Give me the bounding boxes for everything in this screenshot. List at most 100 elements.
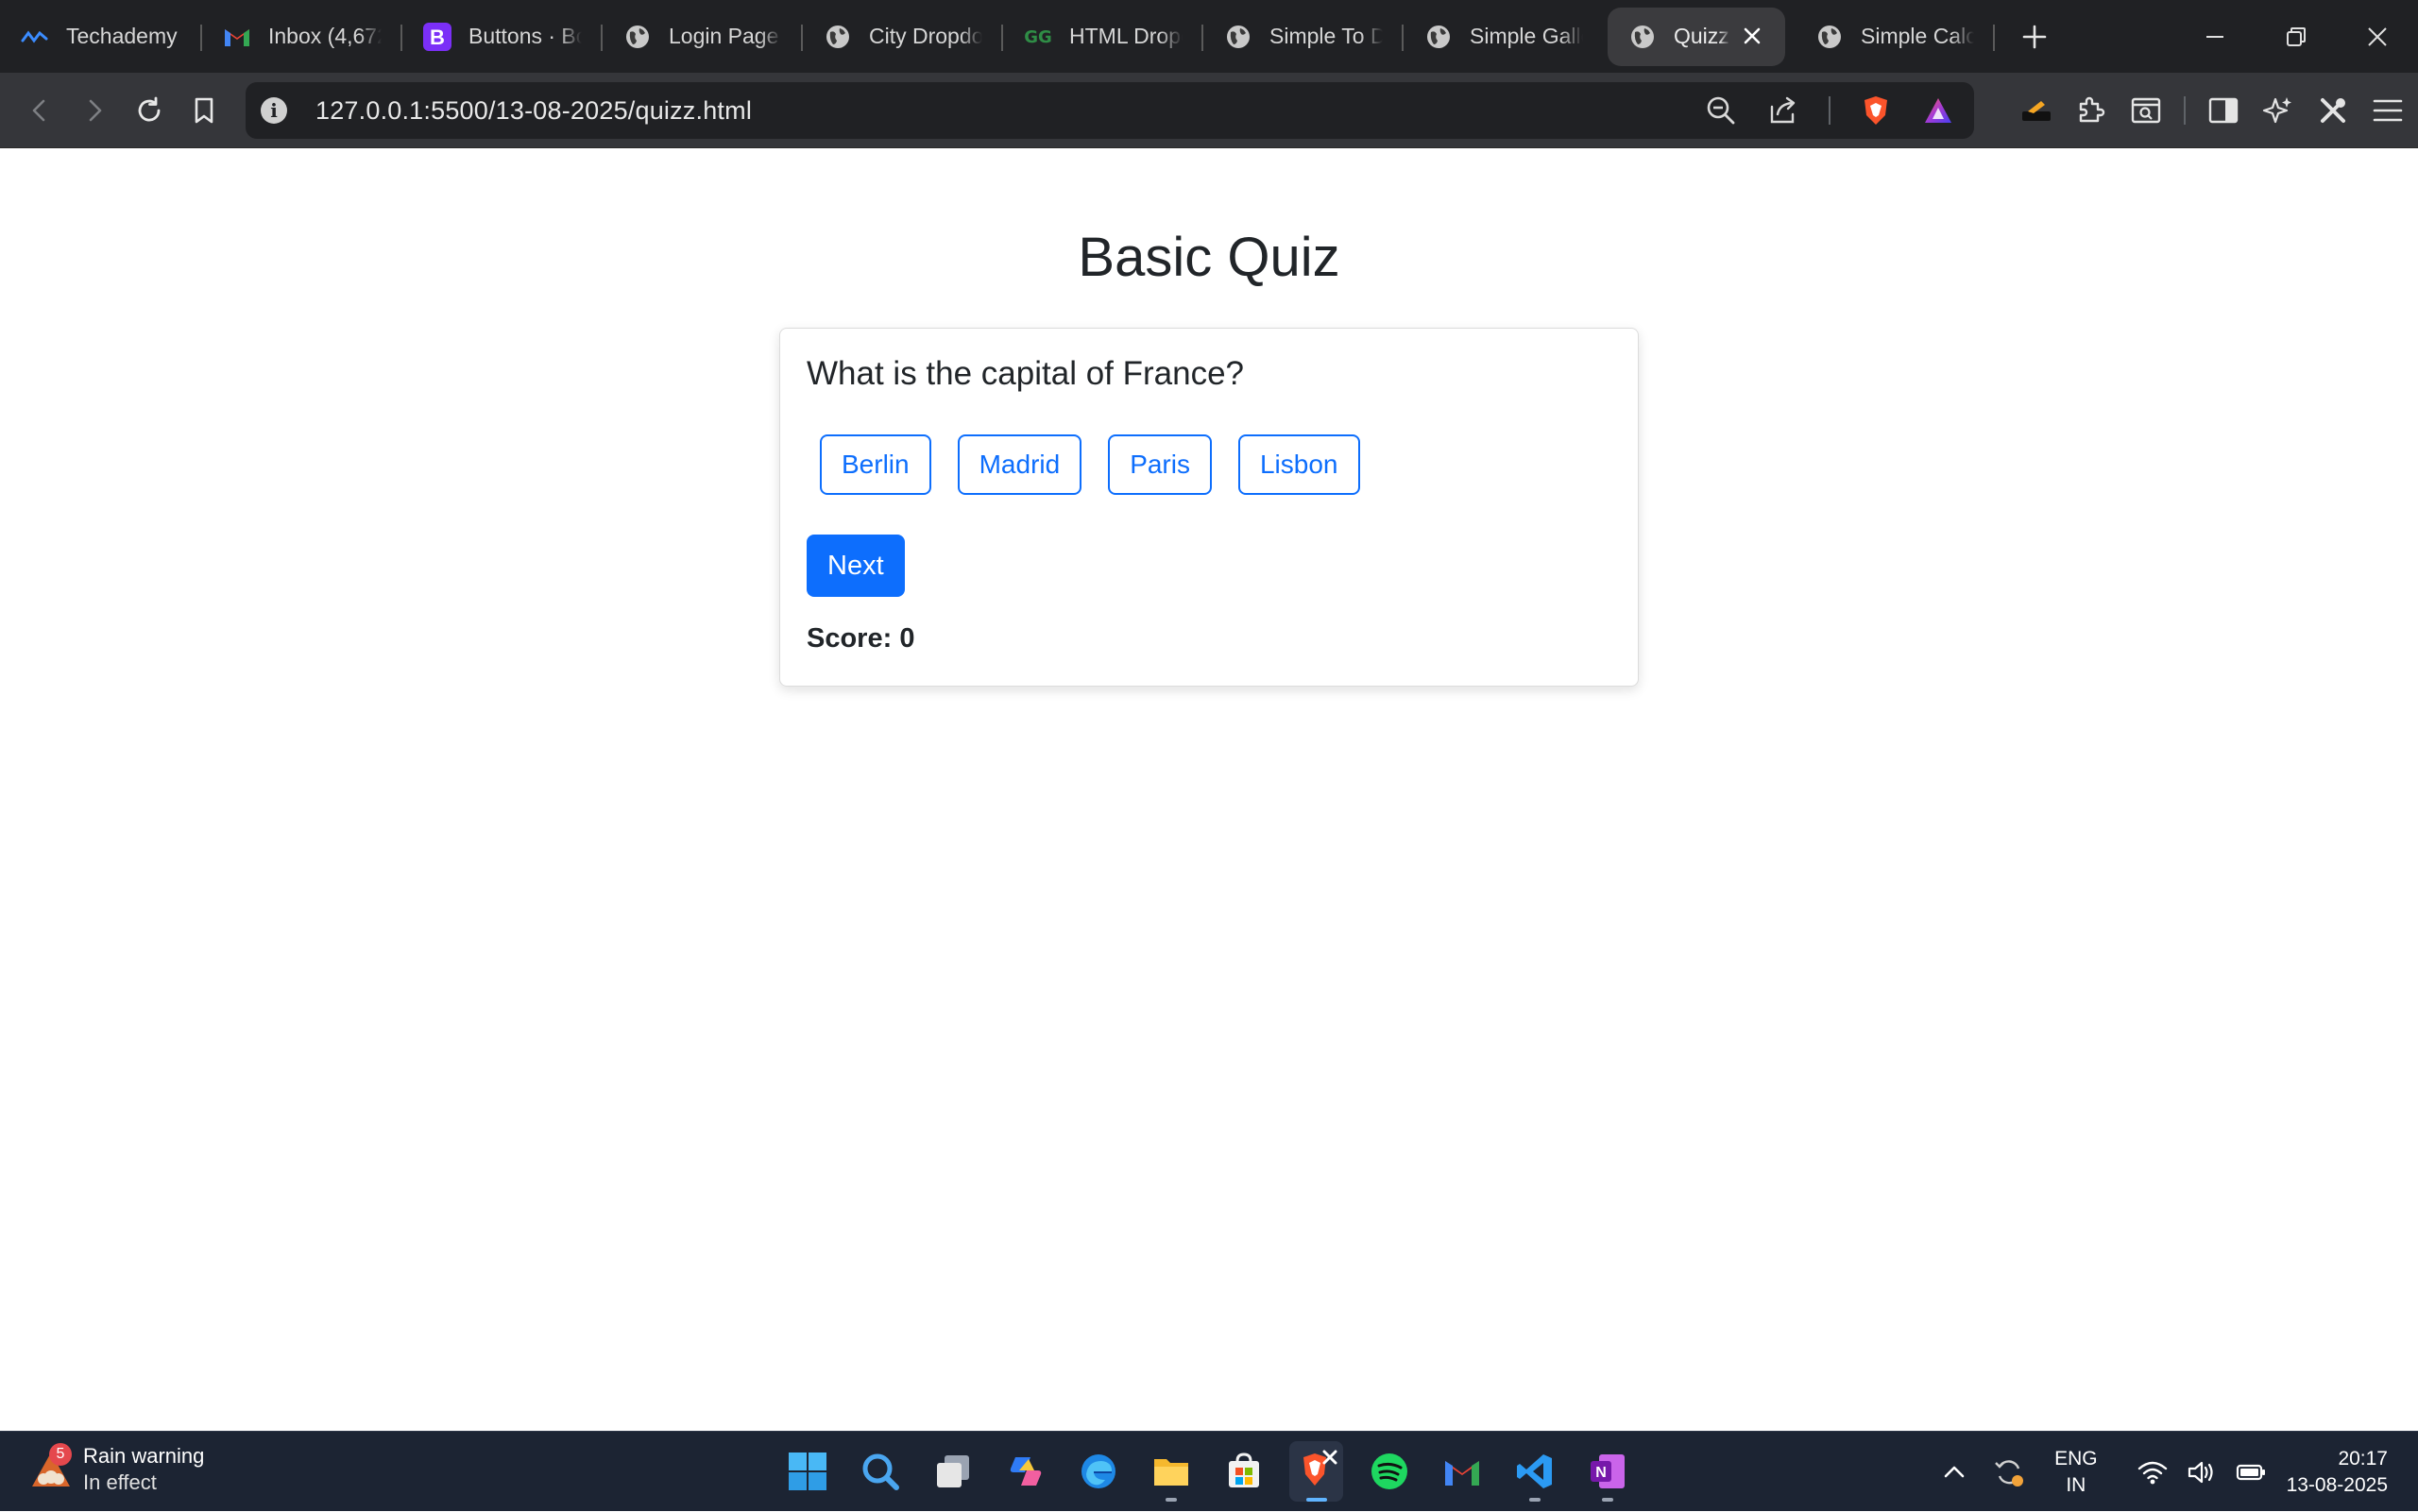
svg-text:GG: GG (1024, 27, 1052, 46)
gmail-icon (223, 23, 251, 51)
tab-search-icon[interactable] (2129, 93, 2163, 127)
new-tab-button[interactable] (2006, 8, 2063, 65)
close-tab-icon[interactable] (1740, 25, 1764, 49)
address-bar-actions (1704, 82, 1955, 139)
store-button[interactable] (1217, 1441, 1270, 1502)
weather-warning-icon: 5 (28, 1443, 74, 1492)
chevron-up-icon[interactable] (1937, 1455, 1971, 1489)
globe-icon (1424, 23, 1453, 51)
tab-quizz-active[interactable]: Quizz A (1608, 7, 1785, 66)
vscode-button[interactable] (1507, 1441, 1561, 1502)
extension-pencil-icon[interactable] (2019, 93, 2053, 127)
tab-html-dropdown[interactable]: GG HTML Dropd (1003, 8, 1203, 66)
edge-icon (1081, 1454, 1115, 1488)
brave-button[interactable] (1289, 1441, 1343, 1502)
tab-label: Simple Calcu (1861, 24, 1974, 48)
tools-extension-icon[interactable] (2316, 93, 2350, 127)
next-button[interactable]: Next (807, 535, 905, 597)
url-text[interactable]: 127.0.0.1:5500/13-08-2025/quizz.html (315, 96, 752, 126)
weather-widget[interactable]: 5 Rain warning In effect (28, 1443, 204, 1496)
gmail-button[interactable] (1435, 1441, 1489, 1502)
zoom-icon[interactable] (1704, 93, 1738, 127)
tab-techademy[interactable]: Techademy (0, 8, 202, 66)
sidebar-toggle-icon[interactable] (2206, 93, 2240, 127)
minimize-button[interactable] (2174, 0, 2256, 73)
tab-strip: Techademy Inbox (4,672) B Buttons · Boo … (0, 0, 2418, 73)
tab-simple-calculator[interactable]: Simple Calcu (1795, 8, 1995, 66)
folder-icon (1153, 1459, 1188, 1486)
battery-icon (2234, 1455, 2268, 1489)
globe-icon (824, 23, 852, 51)
tab-simple-gallery[interactable]: Simple Galle (1404, 8, 1604, 66)
page-title: Basic Quiz (1078, 227, 1340, 288)
tab-label: Login Page (669, 24, 779, 48)
brave-shields-icon[interactable] (1859, 93, 1893, 127)
toolbar-divider (1829, 96, 1831, 125)
weather-badge: 5 (49, 1443, 72, 1466)
tab-label: Simple Galle (1470, 24, 1583, 48)
reload-button[interactable] (123, 84, 176, 137)
spotify-icon (1371, 1453, 1407, 1489)
tab-label: Quizz A (1674, 24, 1730, 48)
option-paris-button[interactable]: Paris (1108, 434, 1212, 495)
onenote-button[interactable]: N (1580, 1441, 1634, 1502)
start-button[interactable] (780, 1441, 834, 1502)
back-button[interactable] (13, 84, 66, 137)
clock[interactable]: 20:17 13-08-2025 (2287, 1446, 2388, 1499)
clock-time: 20:17 (2338, 1447, 2388, 1470)
score-text: Score: 0 (807, 623, 915, 654)
running-indicator (1166, 1498, 1177, 1502)
tab-simple-todo[interactable]: Simple To Do (1203, 8, 1404, 66)
forward-arrow-icon (89, 99, 102, 121)
reload-icon (138, 96, 161, 121)
edge-button[interactable] (1071, 1441, 1125, 1502)
bookmark-button[interactable] (178, 84, 230, 137)
globe-icon (1815, 23, 1844, 51)
brave-rewards-icon[interactable] (1921, 93, 1955, 127)
geeksforgeeks-icon: GG (1024, 23, 1052, 51)
share-icon[interactable] (1766, 93, 1800, 127)
spotify-button[interactable] (1362, 1441, 1416, 1502)
sync-icon[interactable] (1992, 1455, 2026, 1489)
close-window-button[interactable] (2337, 0, 2418, 73)
weather-subtitle: In effect (83, 1470, 157, 1494)
extensions-puzzle-icon[interactable] (2074, 93, 2108, 127)
option-madrid-button[interactable]: Madrid (957, 434, 1082, 495)
globe-icon (623, 23, 652, 51)
brave-icon (1303, 1450, 1337, 1486)
tab-login-page[interactable]: Login Page (603, 8, 803, 66)
copilot-button[interactable] (998, 1441, 1052, 1502)
menu-icon[interactable] (2371, 93, 2405, 127)
file-explorer-button[interactable] (1144, 1441, 1198, 1502)
search-icon (862, 1453, 899, 1490)
answer-options: Berlin Madrid Paris Lisbon (820, 434, 1360, 495)
address-bar[interactable]: i 127.0.0.1:5500/13-08-2025/quizz.html (246, 82, 1974, 139)
quick-settings[interactable] (2136, 1455, 2268, 1489)
running-indicator (1602, 1498, 1613, 1502)
tab-city-dropdown[interactable]: City Dropdow (803, 8, 1003, 66)
plus-icon (2022, 25, 2047, 48)
globe-icon (1628, 23, 1657, 51)
tab-label: Techademy (66, 24, 178, 48)
web-page: Basic Quiz What is the capital of France… (0, 148, 2418, 1431)
option-berlin-button[interactable]: Berlin (820, 434, 931, 495)
toolbar-divider (2184, 96, 2186, 125)
onenote-icon: N (1590, 1454, 1625, 1488)
search-button[interactable] (853, 1441, 907, 1502)
language-code: ENG (2054, 1447, 2098, 1470)
site-info-icon[interactable]: i (261, 97, 287, 124)
back-arrow-icon (32, 99, 45, 121)
leo-ai-icon[interactable] (2261, 93, 2295, 127)
task-view-button[interactable] (926, 1441, 979, 1502)
tab-inbox[interactable]: Inbox (4,672) (202, 8, 402, 66)
tab-buttons-bootstrap[interactable]: B Buttons · Boo (402, 8, 603, 66)
globe-icon (1224, 23, 1252, 51)
option-lisbon-button[interactable]: Lisbon (1237, 434, 1360, 495)
forward-button[interactable] (68, 84, 121, 137)
restore-button[interactable] (2256, 0, 2337, 73)
language-indicator[interactable]: ENG IN (2054, 1446, 2098, 1499)
question-text: What is the capital of France? (807, 355, 1244, 392)
window-controls (2174, 0, 2418, 73)
weather-title: Rain warning (83, 1444, 205, 1468)
bookmark-icon (195, 97, 213, 123)
